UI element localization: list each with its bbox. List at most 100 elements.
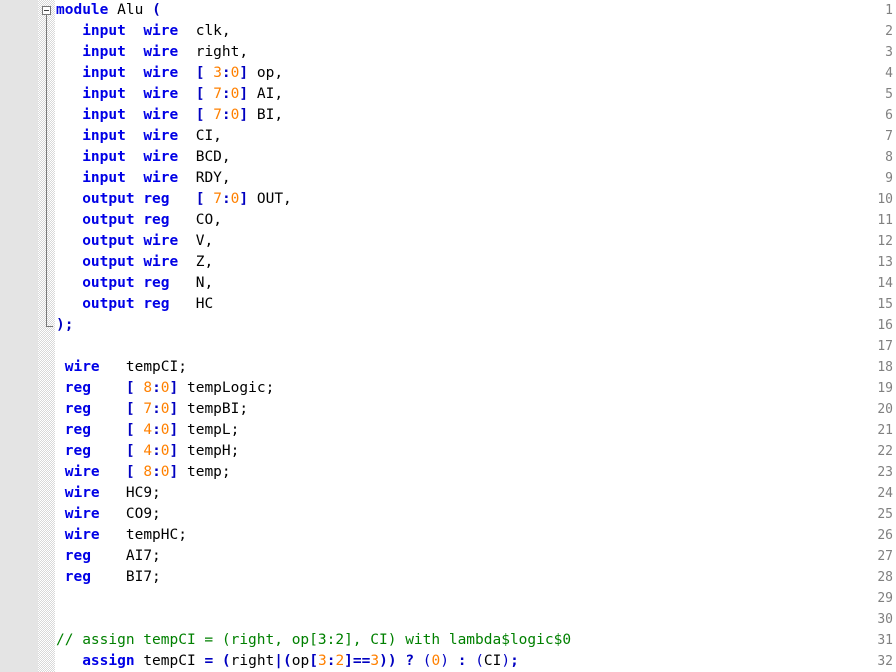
code-token: 0: [431, 653, 441, 669]
code-line[interactable]: output reg HC: [56, 294, 571, 315]
code-token: ]: [239, 191, 249, 207]
code-token: 2: [335, 653, 345, 669]
code-token: reg: [143, 191, 170, 207]
code-token: :: [152, 464, 161, 480]
code-token: CI: [483, 653, 502, 669]
code-line[interactable]: reg [ 7:0] tempBI;: [56, 399, 571, 420]
code-line[interactable]: input wire RDY,: [56, 168, 571, 189]
code-line[interactable]: wire tempCI;: [56, 357, 571, 378]
code-line[interactable]: module Alu (: [56, 0, 571, 21]
code-token: reg: [143, 296, 170, 312]
line-number: 5: [885, 87, 893, 102]
line-number-gutter[interactable]: [0, 0, 38, 672]
code-text-area[interactable]: module Alu ( input wire clk, input wire …: [56, 0, 571, 672]
code-token: wire: [143, 23, 179, 39]
code-token: :: [221, 191, 231, 207]
code-line[interactable]: reg [ 4:0] tempH;: [56, 441, 571, 462]
code-token: clk,: [195, 23, 231, 39]
code-token: ?: [405, 653, 415, 669]
code-line[interactable]: wire [ 8:0] temp;: [56, 462, 571, 483]
code-token: ]: [169, 464, 179, 480]
code-token: wire: [64, 506, 100, 522]
code-line[interactable]: reg [ 4:0] tempL;: [56, 420, 571, 441]
code-token: tempHC;: [125, 527, 187, 543]
code-line[interactable]: input wire BCD,: [56, 147, 571, 168]
code-line[interactable]: );: [56, 315, 571, 336]
code-line[interactable]: output reg N,: [56, 273, 571, 294]
line-number: 32: [877, 654, 893, 669]
code-line[interactable]: reg AI7;: [56, 546, 571, 567]
code-token: :: [152, 443, 161, 459]
code-token: 0: [160, 464, 170, 480]
code-line[interactable]: wire tempHC;: [56, 525, 571, 546]
code-token: 7: [213, 191, 222, 207]
code-line[interactable]: input wire CI,: [56, 126, 571, 147]
code-line[interactable]: [56, 588, 571, 609]
code-token: ]: [169, 443, 179, 459]
line-number: 28: [877, 570, 893, 585]
code-line[interactable]: wire CO9;: [56, 504, 571, 525]
code-token: wire: [64, 485, 100, 501]
code-line[interactable]: input wire clk,: [56, 21, 571, 42]
code-token: wire: [143, 107, 179, 123]
line-number: 31: [877, 633, 893, 648]
code-line[interactable]: output wire V,: [56, 231, 571, 252]
code-line[interactable]: wire HC9;: [56, 483, 571, 504]
code-line[interactable]: reg BI7;: [56, 567, 571, 588]
line-number: 6: [885, 108, 893, 123]
code-line[interactable]: [56, 336, 571, 357]
code-token: ): [379, 653, 388, 669]
code-line[interactable]: input wire right,: [56, 42, 571, 63]
code-token: ]: [239, 107, 249, 123]
code-token: V,: [195, 233, 214, 249]
code-token: ): [387, 653, 397, 669]
code-line[interactable]: input wire [ 7:0] AI,: [56, 84, 571, 105]
fold-guide-line: [46, 15, 47, 326]
line-number: 1: [885, 3, 893, 18]
code-token: // assign tempCI = (right, op[3:2], CI) …: [56, 632, 572, 648]
code-line[interactable]: input wire [ 3:0] op,: [56, 63, 571, 84]
code-line[interactable]: output wire Z,: [56, 252, 571, 273]
code-line[interactable]: assign tempCI = (right|(op[3:2]==3)) ? (…: [56, 651, 571, 672]
fold-collapse-icon[interactable]: [42, 6, 51, 15]
code-token: tempLogic;: [178, 380, 275, 396]
line-number: 10: [877, 192, 893, 207]
code-token: 4: [143, 422, 153, 438]
code-token: input: [82, 44, 126, 60]
code-token: :: [221, 65, 231, 81]
code-editor[interactable]: 1 2 3 4 5 6 7 8 9 10 11 12 13 14 15 16 17 18 19 20 21 22 23 24 2…: [0, 0, 896, 672]
code-line[interactable]: output reg CO,: [56, 210, 571, 231]
code-token: wire: [143, 149, 179, 165]
code-token: (: [475, 653, 484, 669]
code-token: :: [152, 380, 161, 396]
code-line[interactable]: [56, 609, 571, 630]
code-line[interactable]: output reg [ 7:0] OUT,: [56, 189, 571, 210]
code-token: output: [82, 233, 135, 249]
code-token: 7: [213, 107, 222, 123]
code-token: reg: [64, 569, 91, 585]
code-token: [: [125, 422, 135, 438]
code-line[interactable]: // assign tempCI = (right, op[3:2], CI) …: [56, 630, 571, 651]
code-token: (: [152, 2, 161, 18]
code-line[interactable]: reg [ 8:0] tempLogic;: [56, 378, 571, 399]
code-token: 8: [143, 380, 153, 396]
code-line[interactable]: input wire [ 7:0] BI,: [56, 105, 571, 126]
